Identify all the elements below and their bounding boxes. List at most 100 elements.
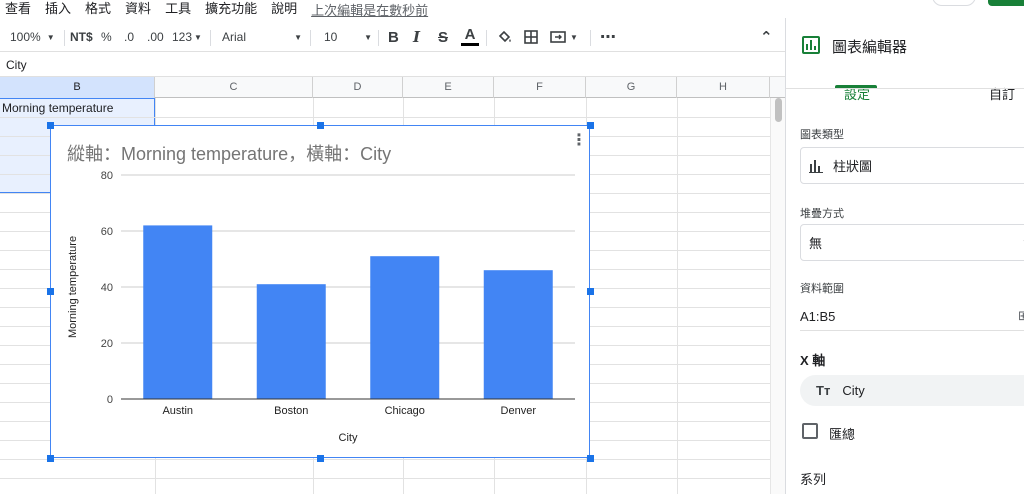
zoom-select[interactable]: 100% ▼ [10, 22, 55, 52]
bar [143, 225, 213, 399]
row-line [0, 117, 770, 118]
series-label: 系列 [800, 472, 827, 487]
tab-customize[interactable]: 自訂 [989, 84, 1015, 103]
borders-icon [524, 30, 538, 44]
caret-down-icon: ▼ [194, 32, 202, 42]
grid-select-icon[interactable]: ⊞ [1018, 308, 1024, 324]
bold-button[interactable]: B [388, 22, 399, 52]
formula-bar: City [0, 53, 785, 77]
menu-view[interactable]: 查看 [0, 2, 39, 16]
menu-format[interactable]: 格式 [79, 2, 119, 16]
toolbar-divider [590, 30, 591, 46]
toolbar-divider [210, 30, 211, 46]
fill-color-button[interactable] [497, 22, 513, 52]
aggregate-checkbox[interactable] [802, 423, 818, 439]
x-axis-label: X 軸 [800, 353, 826, 368]
column-headers: B C D E F G H [0, 77, 785, 98]
text-color-button[interactable]: A [461, 22, 479, 52]
x-axis-chip[interactable]: Tт City ⋮ [800, 375, 1024, 406]
column-header-f[interactable]: F [494, 77, 586, 98]
percent-format-button[interactable]: % [101, 22, 112, 52]
menu-insert[interactable]: 插入 [39, 2, 79, 16]
text-color-swatch [461, 43, 479, 46]
resize-handle[interactable] [47, 288, 54, 295]
aggregate-label: 匯總 [829, 427, 856, 442]
decrease-decimal-button[interactable]: .0 [124, 22, 134, 52]
panel-title: 圖表編輯器 [832, 39, 908, 56]
font-size-value: 10 [324, 30, 338, 44]
number-format-value: 123 [172, 30, 193, 44]
bar [256, 284, 326, 399]
more-options-button[interactable]: ⋯ [600, 22, 616, 52]
formula-input[interactable]: City [6, 58, 27, 72]
menu-tools[interactable]: 工具 [159, 2, 199, 16]
increase-decimal-button[interactable]: .00 [147, 22, 164, 52]
column-header-b[interactable]: B [0, 77, 155, 98]
resize-handle[interactable] [587, 455, 594, 462]
font-value: Arial [222, 30, 247, 44]
column-line [677, 98, 678, 494]
resize-handle[interactable] [587, 288, 594, 295]
row-line [0, 459, 770, 460]
resize-handle[interactable] [317, 455, 324, 462]
paint-bucket-icon [498, 30, 511, 43]
y-tick-label: 0 [107, 394, 113, 406]
y-tick-label: 20 [101, 338, 113, 350]
vertical-scrollbar[interactable] [770, 98, 785, 494]
resize-handle[interactable] [587, 122, 594, 129]
menu-data[interactable]: 資料 [119, 2, 159, 16]
currency-format-button[interactable]: NT$ [70, 22, 93, 52]
caret-down-icon: ▼ [364, 32, 372, 42]
font-select[interactable]: Arial ▼ [222, 22, 302, 52]
last-edit-link[interactable]: 上次編輯是在數秒前 [311, 0, 428, 19]
number-format-select[interactable]: 123 ▼ [172, 22, 202, 52]
column-header-e[interactable]: E [403, 77, 494, 98]
data-range-underline [800, 330, 1024, 331]
chart-editor-panel: 圖表編輯器 設定 自訂 圖表類型 柱狀圖 堆疊方式 無 ▼ 資料範圍 A1:B5… [785, 18, 1024, 494]
resize-handle[interactable] [47, 122, 54, 129]
x-tick-label: Boston [274, 405, 308, 417]
toolbar-divider [378, 30, 379, 46]
x-axis-title: City [339, 432, 358, 444]
column-header-g[interactable]: G [586, 77, 677, 98]
x-tick-label: Chicago [385, 405, 425, 417]
column-header-h[interactable]: H [677, 77, 770, 98]
chart-icon [802, 36, 820, 54]
menu-extensions[interactable]: 擴充功能 [199, 2, 265, 16]
italic-button[interactable]: I [413, 22, 420, 52]
toolbar: 100% ▼ NT$ % .0 .00 123 ▼ Arial ▼ 10 ▼ B I S… [0, 22, 785, 52]
chart-type-select[interactable]: 柱狀圖 [800, 147, 1024, 184]
caret-down-icon: ▼ [46, 32, 55, 42]
scrollbar-thumb[interactable] [775, 98, 782, 122]
toolbar-divider [310, 30, 311, 46]
y-axis-title: Morning temperature [67, 236, 79, 338]
font-size-select[interactable]: 10 ▼ [324, 22, 372, 52]
column-header-d[interactable]: D [313, 77, 403, 98]
stacking-select[interactable]: 無 [800, 224, 1024, 261]
x-axis-value: City [842, 383, 865, 398]
cell-b1[interactable]: Morning temperature [2, 101, 113, 115]
merge-cells-button[interactable]: ▼ [549, 22, 578, 52]
bar [370, 256, 440, 399]
column-header-c[interactable]: C [155, 77, 313, 98]
chart[interactable]: 縱軸：Morning temperature，橫軸：City ⋮ 0 20 40 60… [50, 125, 590, 458]
top-right-button[interactable] [932, 0, 976, 6]
caret-down-icon: ▼ [570, 32, 578, 42]
x-tick-label: Denver [501, 405, 537, 417]
resize-handle[interactable] [317, 122, 324, 129]
share-button[interactable] [988, 0, 1024, 6]
toolbar-divider [64, 30, 65, 46]
row-line [0, 478, 770, 479]
strikethrough-button[interactable]: S [438, 22, 448, 52]
text-type-icon: Tт [816, 383, 831, 398]
chart-plot: 0 20 40 60 80 Austin Boston Chicago Denver City Mo… [67, 170, 575, 444]
menu-help[interactable]: 說明 [265, 2, 305, 16]
stacking-value: 無 [809, 236, 823, 251]
data-range-label: 資料範圍 [800, 283, 844, 295]
borders-button[interactable] [523, 22, 539, 52]
collapse-toolbar-button[interactable]: ⌃ [760, 22, 773, 52]
bar [483, 270, 553, 399]
resize-handle[interactable] [47, 455, 54, 462]
data-range-input[interactable]: A1:B5 [800, 309, 835, 324]
stacking-label: 堆疊方式 [800, 208, 844, 220]
